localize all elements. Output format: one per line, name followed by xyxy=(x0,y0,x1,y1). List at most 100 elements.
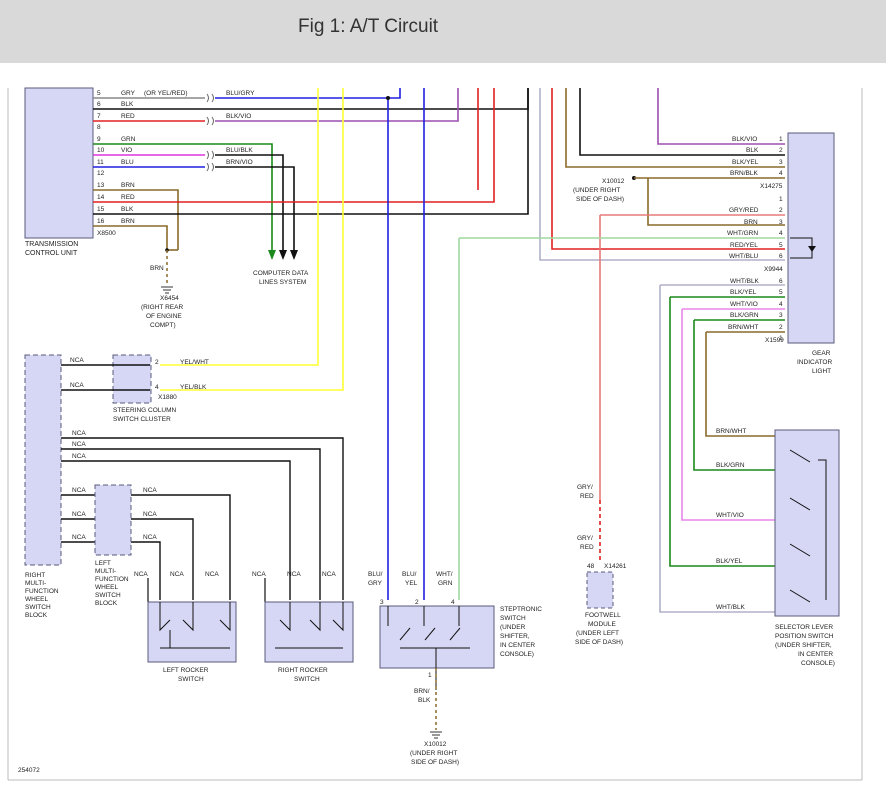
steptronic-label: SWITCH xyxy=(500,615,526,622)
nca-label: NCA xyxy=(143,534,157,541)
wire-label: WHT/BLU xyxy=(729,253,759,260)
tcu-wires xyxy=(93,88,529,600)
cluster-label-2: SWITCH CLUSTER xyxy=(113,416,171,423)
ground-wire-label: BRN xyxy=(150,265,164,272)
wire-label: BLU/BLK xyxy=(226,147,253,154)
wire-label: WHT/GRN xyxy=(727,230,758,237)
left-mfw-label: SWITCH xyxy=(95,592,121,599)
connector-id: X1599 xyxy=(765,337,784,344)
ground-bottom-loc-1: (UNDER RIGHT xyxy=(410,750,457,757)
computer-data-label-2: LINES SYSTEM xyxy=(259,279,306,286)
pin-num: 4 xyxy=(155,384,159,391)
left-mfw-label: FUNCTION xyxy=(95,576,129,583)
wire-label: WHT/VIO xyxy=(716,512,744,519)
wire-label: BLK/YEL xyxy=(732,159,759,166)
splice-dot xyxy=(386,96,390,100)
pin-num: 6 xyxy=(779,278,783,285)
nca-label: NCA xyxy=(72,511,86,518)
figure-header: Fig 1: A/T Circuit xyxy=(0,0,886,63)
nca-label: NCA xyxy=(252,571,266,578)
wire-label: YEL/WHT xyxy=(180,359,209,366)
gear-mid-pins: 1 GRY/RED 2 BRN 3 WHT/GRN 4 RED/YEL 5 WH… xyxy=(727,196,783,273)
pin-num: 2 xyxy=(779,147,783,154)
right-mfw-label: BLOCK xyxy=(25,612,48,619)
connector-id: X9944 xyxy=(764,266,783,273)
wire-label: BLK/YEL xyxy=(730,289,757,296)
nca-label: NCA xyxy=(72,441,86,448)
pin-num: 5 xyxy=(779,289,783,296)
wire-label: BLK xyxy=(746,147,759,154)
pin-num: 1 xyxy=(428,672,432,679)
right-rocker-label-1: RIGHT ROCKER xyxy=(278,667,328,674)
data-arrows xyxy=(268,250,298,260)
tcu-pin-color: BRN xyxy=(121,218,135,225)
connector-marks xyxy=(206,93,214,172)
tcu-pin-color: RED xyxy=(121,113,135,120)
wire-label: BLU/GRY xyxy=(226,90,255,97)
pin-num: 3 xyxy=(779,312,783,319)
pin-num: 5 xyxy=(779,242,783,249)
nca-label: NCA xyxy=(170,571,184,578)
right-mfw-label: SWITCH xyxy=(25,604,51,611)
wire-label: BLK/VIO xyxy=(226,113,251,120)
pin-num: 3 xyxy=(779,219,783,226)
ground-icon xyxy=(430,731,442,739)
nca-label: NCA xyxy=(322,571,336,578)
nca-label: NCA xyxy=(287,571,301,578)
nca-label: NCA xyxy=(72,534,86,541)
pin-num: 1 xyxy=(779,196,783,203)
diagram-frame: TRANSMISSION CONTROL UNIT X8500 5 GRY (O… xyxy=(0,63,886,787)
wire-label: BLK/GRN xyxy=(716,462,745,469)
tcu-pin-color: BRN xyxy=(121,182,135,189)
nca-label: NCA xyxy=(70,382,84,389)
tcu-pins: 5 GRY (OR YEL/RED) 6 BLK 7 RED 8 9 GRN 1… xyxy=(97,90,188,225)
wire-label: BRN/ xyxy=(414,688,430,695)
pin-num: 4 xyxy=(451,599,455,606)
nca-label: NCA xyxy=(205,571,219,578)
left-mfw-label: LEFT xyxy=(95,560,111,567)
steptronic-label: (UNDER xyxy=(500,624,526,631)
tcu-pin-note: (OR YEL/RED) xyxy=(144,90,188,97)
tcu-label-2: CONTROL UNIT xyxy=(25,250,78,257)
nca-label: NCA xyxy=(70,357,84,364)
wire-label: YEL xyxy=(405,580,418,587)
tcu-pin-color: VIO xyxy=(121,147,132,154)
tcu-pin-num: 9 xyxy=(97,136,101,143)
ground-top-id: X10012 xyxy=(602,178,625,185)
selector-label: IN CENTER xyxy=(798,651,833,658)
tcu-pin-num: 15 xyxy=(97,206,105,213)
ground-loc-1: (RIGHT REAR xyxy=(141,304,183,311)
figure-title: Fig 1: A/T Circuit xyxy=(298,16,439,37)
wire-label: BLK/GRN xyxy=(730,312,759,319)
tcu-label-1: TRANSMISSION xyxy=(25,241,78,248)
wire-label: WHT/VIO xyxy=(730,301,758,308)
figure-id: 254072 xyxy=(18,767,40,774)
nca-label: NCA xyxy=(72,453,86,460)
left-rocker-box xyxy=(147,601,237,663)
steering-cluster-box xyxy=(112,354,152,404)
nca-label: NCA xyxy=(72,430,86,437)
right-mfw-label: WHEEL xyxy=(25,596,49,603)
right-mfw-label: FUNCTION xyxy=(25,588,59,595)
nca-label: NCA xyxy=(143,487,157,494)
gear-bot-pins: WHT/BLK 6 BLK/YEL 5 WHT/VIO 4 BLK/GRN 3 … xyxy=(728,278,784,344)
left-mfw-label: WHEEL xyxy=(95,584,119,591)
wiring-diagram: TRANSMISSION CONTROL UNIT X8500 5 GRY (O… xyxy=(7,87,863,781)
tcu-pin-color: BLK xyxy=(121,101,134,108)
pin-num: 48 xyxy=(587,563,595,570)
left-rocker-label-2: SWITCH xyxy=(178,676,204,683)
wire-label: GRN xyxy=(438,580,453,587)
pin-num: 6 xyxy=(779,253,783,260)
connector-id: X14261 xyxy=(604,563,627,570)
right-mfw-label: MULTI- xyxy=(25,580,46,587)
gear-wires xyxy=(458,88,785,613)
tcu-pin-num: 12 xyxy=(97,170,105,177)
nca-label: NCA xyxy=(134,571,148,578)
pin-num: 1 xyxy=(779,136,783,143)
tcu-connector: X8500 xyxy=(97,230,116,237)
pin-num: 3 xyxy=(779,159,783,166)
steptronic-label: IN CENTER xyxy=(500,642,535,649)
footwell-label: SIDE OF DASH) xyxy=(575,639,623,646)
wire-label: BRN/BLK xyxy=(730,170,758,177)
tcu-pin-num: 13 xyxy=(97,182,105,189)
